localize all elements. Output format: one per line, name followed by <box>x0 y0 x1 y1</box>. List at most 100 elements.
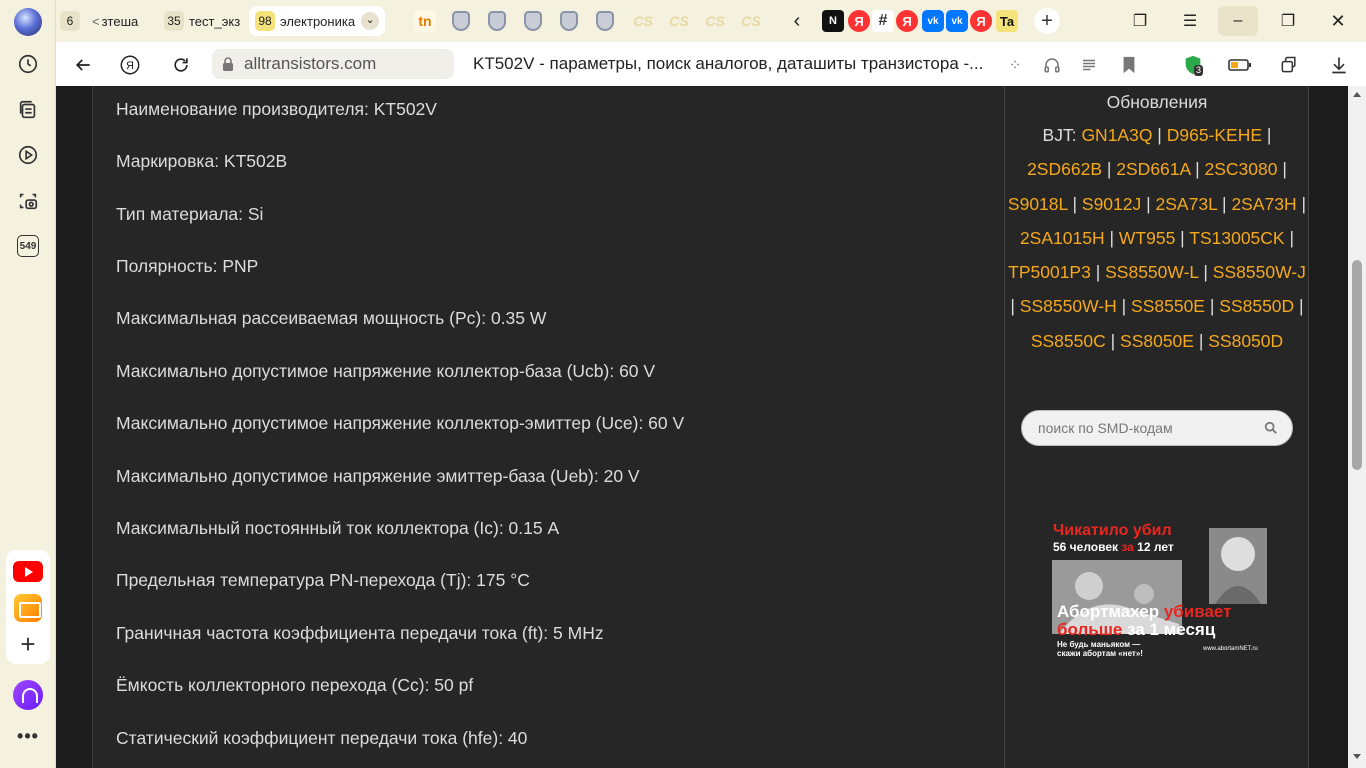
update-link[interactable]: SS8550W-H <box>1020 296 1117 316</box>
new-tab-icon[interactable]: + <box>1034 8 1060 34</box>
update-link[interactable]: 2SD661A <box>1116 159 1190 179</box>
page-title-in-bar[interactable]: KT502V - параметры, поиск аналогов, дата… <box>473 54 983 74</box>
scroll-tabs-left-icon[interactable]: ‹ <box>786 10 808 32</box>
add-icon[interactable]: + <box>14 630 42 658</box>
update-link[interactable]: SS8550W-J <box>1213 262 1306 282</box>
tm-site-icon[interactable]: tn <box>414 10 436 32</box>
update-link[interactable]: TP5001P3 <box>1008 262 1091 282</box>
yandex-icon[interactable]: Я <box>896 10 918 32</box>
update-link[interactable]: GN1A3Q <box>1081 125 1152 145</box>
vk-icon[interactable]: vk <box>946 10 968 32</box>
cs-site-icon[interactable]: CS <box>632 10 654 32</box>
vk-icon[interactable]: vk <box>922 10 944 32</box>
cs-site-icon[interactable]: CS <box>704 10 726 32</box>
restore-icon[interactable]: ❐ <box>1268 6 1308 36</box>
menu-icon[interactable]: ☰ <box>1170 6 1210 36</box>
tab-group-2[interactable]: < зтеша <box>92 6 138 36</box>
address-bar-row: Я alltransistors.com KT502V - параметры,… <box>56 42 1366 86</box>
update-link[interactable]: SS8550W-L <box>1105 262 1198 282</box>
scroll-up-arrow-icon[interactable] <box>1353 92 1361 97</box>
profile-avatar[interactable] <box>14 8 42 36</box>
update-link[interactable]: S9012J <box>1082 194 1141 214</box>
smd-search-box <box>1021 410 1293 446</box>
mail-icon[interactable] <box>14 594 42 622</box>
update-link[interactable]: SS8550D <box>1219 296 1294 316</box>
sidebar-column: Обновления BJT: GN1A3Q | D965-KEHE | 2SD… <box>1005 86 1309 768</box>
url-field[interactable]: alltransistors.com <box>212 49 454 79</box>
shield-site-icon[interactable] <box>488 11 506 31</box>
back-icon[interactable] <box>69 51 97 79</box>
param-polarity: Полярность: PNP <box>116 256 259 276</box>
param-uce: Максимально допустимое напряжение коллек… <box>116 413 685 433</box>
link-separator: | <box>1141 193 1156 214</box>
tabs-overview-icon[interactable]: ❐ <box>1120 6 1160 36</box>
update-link[interactable]: S9018L <box>1008 194 1068 214</box>
minimize-icon[interactable]: – <box>1218 6 1258 36</box>
update-link[interactable]: 2SD662B <box>1027 159 1102 179</box>
play-icon[interactable] <box>10 137 46 173</box>
site-icon-dark[interactable]: N <box>822 10 844 32</box>
scroll-thumb[interactable] <box>1352 260 1362 470</box>
link-separator: | <box>1102 159 1117 180</box>
link-separator: | <box>1010 296 1020 317</box>
tab-group-3[interactable]: 35 тест_экз <box>164 6 240 36</box>
link-separator: | <box>1105 330 1121 351</box>
tab-group-4[interactable]: 98 электроника ⌄ <box>249 6 386 36</box>
more-icon[interactable]: ••• <box>14 727 42 748</box>
chevron-down-icon[interactable]: ⌄ <box>361 12 380 30</box>
update-link[interactable]: 2SC3080 <box>1205 159 1278 179</box>
shield-site-icon[interactable] <box>452 11 470 31</box>
page-scrollbar[interactable] <box>1348 86 1366 768</box>
link-separator: | <box>1067 193 1082 214</box>
grid-site-icon[interactable]: # <box>872 10 894 32</box>
update-link[interactable]: SS8050E <box>1120 331 1194 351</box>
banner-line-2c: 12 лет <box>1133 540 1174 554</box>
link-separator: | <box>1284 227 1295 248</box>
protect-shield-icon[interactable]: 3 <box>1180 54 1206 76</box>
tab-group-1[interactable]: 6 <box>60 6 85 36</box>
translate-site-icon[interactable]: Ta <box>996 10 1018 32</box>
update-link[interactable]: SS8050D <box>1208 331 1283 351</box>
update-link[interactable]: SS8550E <box>1131 296 1205 316</box>
update-link[interactable]: 2SA1015H <box>1020 228 1105 248</box>
smd-search-input[interactable] <box>1038 420 1258 436</box>
reload-icon[interactable] <box>167 51 195 79</box>
param-marking: Маркировка: KT502В <box>116 151 288 171</box>
bookmark-icon[interactable] <box>1118 54 1140 76</box>
param-ucb: Максимально допустимое напряжение коллек… <box>116 361 656 381</box>
update-link[interactable]: WT955 <box>1119 228 1175 248</box>
collections-icon[interactable] <box>10 92 46 128</box>
shield-site-icon[interactable] <box>524 11 542 31</box>
shield-site-icon[interactable] <box>560 11 578 31</box>
history-icon[interactable] <box>10 46 46 82</box>
update-link[interactable]: 2SA73L <box>1156 194 1218 214</box>
yandex-home-icon[interactable]: Я <box>116 51 144 79</box>
yandex-icon[interactable]: Я <box>848 10 870 32</box>
alice-assistant-icon[interactable] <box>13 680 43 710</box>
search-icon[interactable] <box>1264 421 1278 435</box>
update-link[interactable]: TS13005CK <box>1189 228 1284 248</box>
update-link[interactable]: D965-KEHE <box>1167 125 1262 145</box>
screenshot-icon[interactable] <box>10 183 46 219</box>
cs-site-icon[interactable]: CS <box>668 10 690 32</box>
banner-line-2: 56 человек за 12 лет <box>1053 540 1174 554</box>
update-link[interactable]: 2SA73H <box>1231 194 1296 214</box>
scroll-down-arrow-icon[interactable] <box>1353 754 1361 759</box>
reader-mode-icon[interactable] <box>1078 54 1100 76</box>
close-icon[interactable]: ✕ <box>1318 6 1358 36</box>
shield-site-icon[interactable] <box>596 11 614 31</box>
apps-icon[interactable]: ⁘ <box>1004 54 1026 76</box>
yandex-icon[interactable]: Я <box>970 10 992 32</box>
banner-line-4: больше за 1 месяц <box>1057 620 1215 640</box>
youtube-icon[interactable] <box>13 561 43 582</box>
link-separator: | <box>1262 125 1272 145</box>
download-icon[interactable] <box>1328 54 1350 76</box>
cs-site-icon[interactable]: CS <box>740 10 762 32</box>
update-link[interactable]: SS8550C <box>1031 331 1106 351</box>
extensions-icon[interactable] <box>1278 54 1300 76</box>
counter-badge-icon[interactable]: 549 <box>10 228 46 264</box>
battery-icon[interactable] <box>1227 54 1253 76</box>
param-cc: Ёмкость коллекторного перехода (Cc): 50 … <box>116 675 474 695</box>
ad-banner[interactable]: Чикатило убил 56 человек за 12 лет Аборт… <box>1049 522 1269 660</box>
headphones-icon[interactable] <box>1041 54 1063 76</box>
